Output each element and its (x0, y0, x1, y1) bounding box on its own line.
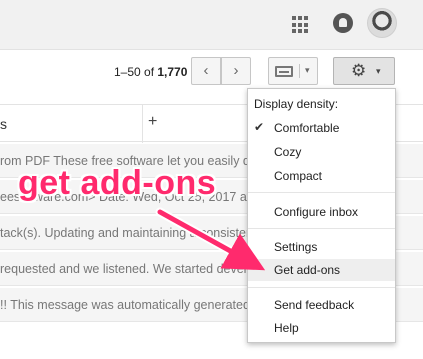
annotation-label: get add-ons (18, 164, 217, 202)
